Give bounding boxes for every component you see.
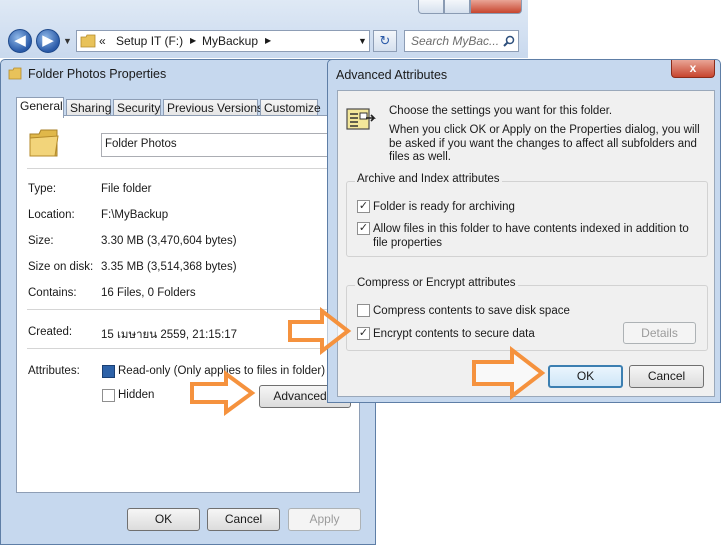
window-close-button[interactable]: [470, 0, 522, 14]
intro-text-line1: Choose the settings you want for this fo…: [389, 105, 613, 117]
refresh-icon: ↻: [379, 33, 391, 48]
folder-icon: [8, 67, 22, 80]
contains-label: Contains:: [28, 287, 77, 299]
size-on-disk-value: 3.35 MB (3,514,368 bytes): [101, 261, 237, 273]
location-value: F:\MyBackup: [101, 209, 169, 221]
search-placeholder: Search MyBac...: [411, 34, 500, 48]
close-button[interactable]: x: [671, 60, 715, 78]
forward-button[interactable]: ▶: [36, 29, 60, 53]
folder-name-input[interactable]: Folder Photos: [101, 133, 359, 157]
size-value: 3.30 MB (3,470,604 bytes): [101, 235, 237, 247]
type-value: File folder: [101, 183, 152, 195]
breadcrumb-separator-icon[interactable]: ▶: [265, 31, 271, 51]
refresh-button[interactable]: ↻: [373, 30, 397, 52]
encrypt-checkbox[interactable]: ✓: [357, 327, 370, 340]
address-bar[interactable]: « Setup IT (F:) ▶ MyBackup ▶ ▼: [76, 30, 370, 52]
contains-value: 16 Files, 0 Folders: [101, 287, 196, 299]
folder-settings-icon: [346, 108, 376, 130]
folder-name-value: Folder Photos: [105, 138, 177, 150]
orange-arrow-advanced: [190, 370, 256, 416]
properties-dialog: Folder Photos Properties General Sharing…: [0, 59, 376, 545]
search-input[interactable]: Search MyBac...: [404, 30, 519, 52]
orange-arrow-encrypt: [288, 307, 352, 355]
minimize-button[interactable]: [418, 0, 444, 14]
cancel-button[interactable]: Cancel: [207, 508, 280, 531]
archive-group-label: Archive and Index attributes: [355, 173, 502, 185]
ok-button[interactable]: OK: [548, 365, 623, 388]
ok-button[interactable]: OK: [127, 508, 200, 531]
forward-arrow-icon: ▶: [42, 32, 54, 49]
created-label: Created:: [28, 326, 73, 338]
breadcrumb-drive[interactable]: Setup IT (F:): [116, 31, 183, 51]
folder-icon: [80, 34, 96, 48]
index-checkbox[interactable]: ✓: [357, 222, 370, 235]
size-on-disk-label: Size on disk:: [28, 261, 94, 273]
size-label: Size:: [28, 235, 54, 247]
back-arrow-icon: ◀: [14, 32, 26, 49]
hidden-checkbox[interactable]: [102, 389, 115, 402]
divider: [27, 168, 357, 169]
close-icon: x: [689, 61, 697, 75]
address-dropdown-icon[interactable]: ▼: [358, 31, 367, 51]
recent-pages-dropdown[interactable]: ▼: [63, 36, 72, 46]
encrypt-label: Encrypt contents to secure data: [373, 328, 535, 340]
dialog-title: Advanced Attributes: [336, 68, 448, 82]
tab-general[interactable]: General: [16, 97, 64, 118]
location-label: Location:: [28, 209, 75, 221]
breadcrumb-folder[interactable]: MyBackup: [202, 31, 258, 51]
address-prefix: «: [99, 34, 106, 48]
details-button[interactable]: Details: [623, 322, 696, 344]
cancel-button[interactable]: Cancel: [629, 365, 704, 388]
apply-button[interactable]: Apply: [288, 508, 361, 531]
orange-arrow-ok: [472, 346, 546, 400]
intro-text-line2: When you click OK or Apply on the Proper…: [389, 124, 700, 163]
compress-checkbox[interactable]: [357, 304, 370, 317]
compress-group-label: Compress or Encrypt attributes: [355, 277, 518, 289]
search-icon[interactable]: [503, 35, 515, 47]
folder-large-icon: [29, 129, 59, 157]
readonly-checkbox[interactable]: [102, 365, 115, 378]
dialog-title: Folder Photos Properties: [28, 67, 167, 81]
type-label: Type:: [28, 183, 57, 195]
attributes-label: Attributes:: [28, 365, 80, 377]
archive-checkbox[interactable]: ✓: [357, 200, 370, 213]
back-button[interactable]: ◀: [8, 29, 32, 53]
general-tab-panel: Folder Photos Type: File folder Location…: [16, 115, 360, 493]
maximize-button[interactable]: [444, 0, 470, 14]
compress-label: Compress contents to save disk space: [373, 305, 570, 317]
breadcrumb-separator-icon[interactable]: ▶: [190, 31, 196, 51]
hidden-label: Hidden: [118, 389, 155, 401]
archive-label: Folder is ready for archiving: [373, 201, 515, 213]
created-value: 15 เมษายน 2559, 21:15:17: [101, 329, 238, 341]
index-label: Allow files in this folder to have conte…: [373, 223, 689, 249]
